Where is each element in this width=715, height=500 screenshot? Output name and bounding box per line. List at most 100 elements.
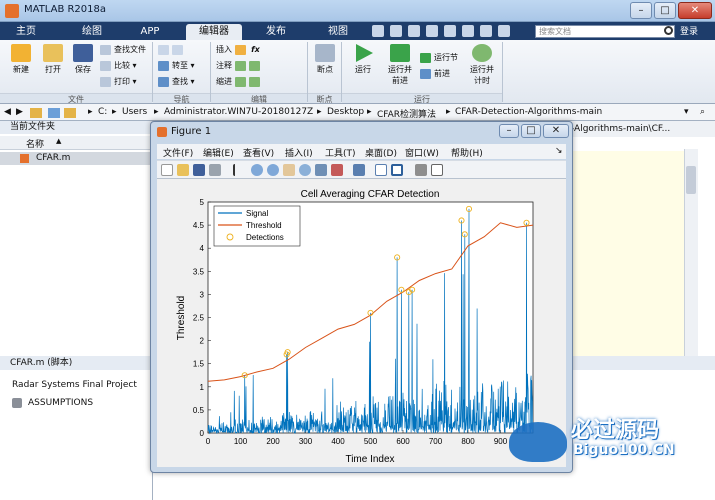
print-figure-icon[interactable] (209, 164, 221, 176)
quick-switch-icon[interactable] (480, 25, 492, 37)
details-section-item[interactable]: ASSUMPTIONS (28, 398, 93, 408)
browse-icon[interactable] (48, 108, 60, 118)
open-button[interactable]: 打开 (38, 44, 68, 75)
folder-icon[interactable] (30, 108, 42, 118)
figure-titlebar: Figure 1 – □ ✕ (151, 122, 572, 142)
quick-cut-icon[interactable] (390, 25, 402, 37)
menu-file[interactable]: 文件(F) (163, 146, 193, 159)
breadcrumb-separator: ▸ (112, 107, 117, 117)
up-folder-icon[interactable] (64, 108, 76, 118)
figure-minimize-button[interactable]: – (499, 124, 519, 138)
brush-icon[interactable] (331, 164, 343, 176)
login-button[interactable]: 登录 (680, 24, 698, 40)
insert-colorbar-icon[interactable] (375, 164, 387, 176)
file-list-item[interactable]: CFAR.m (0, 152, 153, 165)
tab-editor[interactable]: 编辑器 (186, 24, 242, 40)
new-button[interactable]: 新建 (6, 44, 36, 75)
save-figure-icon[interactable] (193, 164, 205, 176)
compare-button[interactable]: 比较 ▾ (100, 60, 137, 72)
menu-edit[interactable]: 编辑(E) (203, 146, 234, 159)
sort-ascending-icon[interactable]: ▲ (56, 137, 61, 145)
quick-copy-icon[interactable] (408, 25, 420, 37)
section-icon (12, 398, 22, 408)
goto-button[interactable]: 转至 ▾ (158, 60, 195, 72)
quick-save-icon[interactable] (372, 25, 384, 37)
quick-paste-icon[interactable] (426, 25, 438, 37)
menu-insert[interactable]: 插入(I) (285, 146, 313, 159)
save-icon (73, 44, 93, 62)
figure-title: Figure 1 (171, 126, 212, 137)
figure-close-button[interactable]: ✕ (543, 124, 569, 138)
breadcrumb-item[interactable]: Administrator.WIN7U-20180127Z (164, 107, 313, 117)
find-button[interactable]: 查找 ▾ (158, 76, 195, 88)
print-button[interactable]: 打印 ▾ (100, 76, 137, 88)
address-search-icon[interactable]: ⌕ (700, 107, 705, 117)
insert-button[interactable]: 插入 fx (216, 44, 260, 56)
run-button[interactable]: 运行 (348, 44, 378, 75)
address-bar[interactable]: ◀ ▶ ▸ C: ▸ Users ▸ Administrator.WIN7U-2… (0, 104, 715, 121)
quick-redo-icon[interactable] (462, 25, 474, 37)
quick-undo-icon[interactable] (444, 25, 456, 37)
indent-button[interactable]: 缩进 (216, 76, 263, 88)
name-column-header[interactable]: 名称 ▲ (0, 136, 153, 150)
insert-label: 插入 (216, 45, 232, 54)
search-icon[interactable] (664, 26, 673, 35)
breadcrumb-item[interactable]: Users (122, 107, 147, 117)
tab-view[interactable]: 视图 (318, 24, 358, 40)
minimize-button[interactable]: – (630, 2, 652, 19)
fx-button[interactable]: fx (251, 45, 260, 54)
tab-plots[interactable]: 绘图 (72, 24, 112, 40)
menu-desktop[interactable]: 桌面(D) (365, 146, 397, 159)
breadcrumb-item[interactable]: CFAR-Detection-Algorithms-main (455, 107, 602, 117)
insert-icon (234, 44, 246, 55)
show-plot-tools-icon[interactable] (431, 164, 443, 176)
chart-legend[interactable]: Signal Threshold Detections (213, 205, 301, 247)
back-arrow-icon[interactable]: ◀ (4, 107, 11, 117)
quick-help-icon[interactable] (498, 25, 510, 37)
pointer-icon[interactable] (233, 164, 245, 176)
open-file-icon[interactable] (177, 164, 189, 176)
advance-label: 前进 (434, 69, 450, 78)
tab-home[interactable]: 主页 (8, 24, 44, 40)
close-button[interactable]: ✕ (678, 2, 712, 19)
comment-button[interactable]: 注释 (216, 60, 263, 72)
search-input[interactable]: 搜索文档 (535, 25, 675, 38)
run-advance-button[interactable]: 运行并 前进 (384, 44, 416, 86)
insert-legend-icon[interactable] (391, 164, 403, 176)
breakpoints-button[interactable]: 断点 (312, 44, 338, 75)
save-button[interactable]: 保存 (68, 44, 98, 75)
dropdown-arrow-icon[interactable]: ▾ (684, 107, 689, 117)
section-edit: 编辑 (211, 93, 307, 104)
link-plot-icon[interactable] (353, 164, 365, 176)
find-files-button[interactable]: 查找文件 (100, 44, 146, 56)
zoom-in-icon[interactable] (251, 164, 263, 176)
menu-window[interactable]: 窗口(W) (405, 146, 439, 159)
new-figure-icon[interactable] (161, 164, 173, 176)
menu-tools[interactable]: 工具(T) (325, 146, 356, 159)
pan-icon[interactable] (283, 164, 295, 176)
scrollbar-thumb[interactable] (686, 166, 696, 194)
menu-view[interactable]: 查看(V) (243, 146, 274, 159)
maximize-button[interactable]: □ (654, 2, 676, 19)
figure-maximize-button[interactable]: □ (521, 124, 541, 138)
tab-publish[interactable]: 发布 (256, 24, 296, 40)
advance-button[interactable]: 前进 (420, 68, 450, 80)
x-tick-label: 600 (396, 437, 410, 446)
menu-dock-icon[interactable]: ↘ (555, 146, 563, 156)
menu-help[interactable]: 帮助(H) (451, 146, 483, 159)
data-cursor-icon[interactable] (315, 164, 327, 176)
zoom-out-icon[interactable] (267, 164, 279, 176)
breadcrumb-item[interactable]: CFAR检测算法 (377, 107, 436, 120)
quick-access-toolbar[interactable] (372, 24, 532, 39)
rotate-3d-icon[interactable] (299, 164, 311, 176)
nav-back-forward[interactable] (158, 44, 186, 56)
x-tick-label: 300 (299, 437, 313, 446)
breadcrumb-item[interactable]: Desktop (327, 107, 364, 117)
forward-arrow-icon[interactable]: ▶ (16, 107, 23, 117)
tab-apps[interactable]: APP (130, 24, 170, 40)
section-run: 运行 (342, 93, 502, 104)
run-time-button[interactable]: 运行并 计时 (466, 44, 498, 86)
run-section-button[interactable]: 运行节 (420, 52, 458, 64)
hide-plot-tools-icon[interactable] (415, 164, 427, 176)
breadcrumb-item[interactable]: C: (98, 107, 107, 117)
